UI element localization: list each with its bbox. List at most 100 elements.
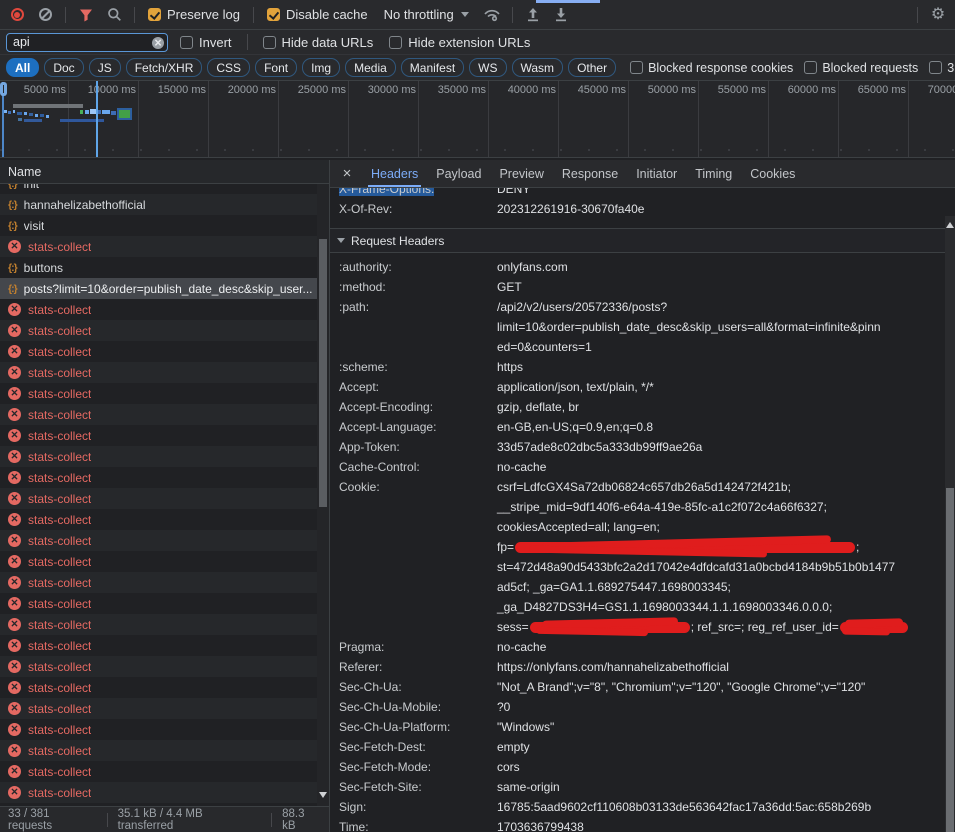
clear-filter-icon[interactable]: × [152,37,164,49]
request-row[interactable]: ✕stats-collect [0,593,317,614]
request-row[interactable]: ✕stats-collect [0,698,317,719]
request-row[interactable]: ✕stats-collect [0,425,317,446]
tab-cookies[interactable]: Cookies [741,160,804,187]
tab-response[interactable]: Response [553,160,627,187]
checkbox-icon [180,36,193,49]
request-row[interactable]: ✕stats-collect [0,341,317,362]
request-name: stats-collect [28,408,91,422]
error-icon: ✕ [8,450,21,463]
scrollbar-thumb[interactable] [946,488,954,832]
request-row[interactable]: {:}buttons [0,257,317,278]
brush-handle[interactable] [0,82,7,96]
header-name: Referer: [330,657,497,677]
type-filter-pill[interactable]: Manifest [401,58,464,77]
header-name: Pragma: [330,637,497,657]
blocked-requests-checkbox[interactable]: Blocked requests [801,61,921,75]
request-row[interactable]: ✕stats-collect [0,551,317,572]
invert-checkbox[interactable]: Invert [176,35,236,50]
request-row[interactable]: ✕stats-collect [0,467,317,488]
request-row[interactable]: ✕stats-collect [0,635,317,656]
request-name: stats-collect [28,429,91,443]
request-row[interactable]: {:}posts?limit=10&order=publish_date_des… [0,278,317,299]
import-har-button[interactable] [522,4,544,26]
tab-payload[interactable]: Payload [427,160,490,187]
status-divider [271,813,272,827]
request-row[interactable]: ✕stats-collect [0,446,317,467]
name-column-label: Name [8,165,41,179]
network-summary-bar: 33 / 381 requests 35.1 kB / 4.4 MB trans… [0,806,329,832]
header-row: :path:/api2/v2/users/20572336/posts?limi… [330,297,945,357]
request-row[interactable]: ✕stats-collect [0,404,317,425]
request-row[interactable]: ✕stats-collect [0,236,317,257]
filter-button[interactable] [75,4,97,26]
search-button[interactable] [103,4,125,26]
type-filter-pill[interactable]: Img [302,58,340,77]
disable-cache-checkbox[interactable]: Disable cache [263,7,372,22]
header-value: ?0 [497,697,945,717]
throttling-dropdown[interactable]: No throttling [378,7,475,22]
type-filter-pill[interactable]: CSS [207,58,250,77]
request-row[interactable]: ✕stats-collect [0,299,317,320]
timeline-tick-label: 40000 ms [508,84,559,96]
request-row[interactable]: ✕stats-collect [0,320,317,341]
type-filter-pill[interactable]: WS [469,58,506,77]
timeline-tick-label: 45000 ms [578,84,629,96]
request-row[interactable]: {:}visit [0,215,317,236]
request-row[interactable]: ✕stats-collect [0,383,317,404]
request-row[interactable]: ✕stats-collect [0,782,317,803]
tab-preview[interactable]: Preview [490,160,552,187]
request-row[interactable]: {:}init [0,184,317,194]
type-filter-pill[interactable]: Other [568,58,616,77]
filter-input[interactable]: api × [6,33,168,52]
network-overview-timeline[interactable]: 5000 ms10000 ms15000 ms20000 ms25000 ms3… [0,81,955,158]
type-filter-pill[interactable]: Doc [44,58,83,77]
record-button[interactable] [6,4,28,26]
header-name: Sec-Fetch-Site: [330,777,497,797]
settings-button[interactable]: ⚙ [927,4,949,26]
type-filter-pill[interactable]: Media [345,58,396,77]
close-details-button[interactable]: × [334,160,360,187]
type-filter-pill[interactable]: JS [89,58,121,77]
request-row[interactable]: {:}hannahelizabethofficial [0,194,317,215]
request-row[interactable]: ✕stats-collect [0,530,317,551]
third-party-requests-checkbox[interactable]: 3rd-party requests [926,61,955,75]
header-value: no-cache [497,637,945,657]
network-conditions-button[interactable] [481,4,503,26]
json-request-icon: {:} [8,220,17,232]
load-event-marker [96,81,98,157]
scroll-up-icon[interactable] [946,222,954,228]
hide-extension-urls-checkbox[interactable]: Hide extension URLs [385,35,534,50]
tab-timing[interactable]: Timing [686,160,741,187]
request-row[interactable]: ✕stats-collect [0,488,317,509]
request-row[interactable]: ✕stats-collect [0,656,317,677]
header-value: /api2/v2/users/20572336/posts?limit=10&o… [497,297,945,357]
request-row[interactable]: ✕stats-collect [0,509,317,530]
request-row[interactable]: ✕stats-collect [0,572,317,593]
request-row[interactable]: ✕stats-collect [0,362,317,383]
tab-headers[interactable]: Headers [362,160,427,187]
request-headers-section[interactable]: Request Headers [330,228,945,253]
hide-data-urls-checkbox[interactable]: Hide data URLs [259,35,378,50]
type-filter-pill[interactable]: Fetch/XHR [126,58,203,77]
scrollbar-thumb[interactable] [319,239,327,507]
request-row[interactable]: ✕stats-collect [0,761,317,782]
timeline-tick-label: 5000 ms [24,84,69,96]
request-row[interactable]: ✕stats-collect [0,677,317,698]
request-list-scrollbar[interactable] [317,184,329,806]
export-har-button[interactable] [550,4,572,26]
clear-button[interactable] [34,4,56,26]
preserve-log-checkbox[interactable]: Preserve log [144,7,244,22]
header-row: Sec-Ch-Ua-Platform:"Windows" [330,717,945,737]
request-row[interactable]: ✕stats-collect [0,740,317,761]
scroll-down-icon[interactable] [319,792,327,798]
details-scrollbar[interactable] [945,216,955,832]
blocked-response-cookies-checkbox[interactable]: Blocked response cookies [627,61,796,75]
type-filter-pill[interactable]: All [6,58,39,77]
type-filter-pill[interactable]: Font [255,58,297,77]
request-row[interactable]: ✕stats-collect [0,614,317,635]
name-column-header[interactable]: Name [0,160,329,184]
request-row[interactable]: ✕stats-collect [0,719,317,740]
type-filter-pill[interactable]: Wasm [512,58,564,77]
tab-initiator[interactable]: Initiator [627,160,686,187]
header-value: onlyfans.com [497,257,945,277]
